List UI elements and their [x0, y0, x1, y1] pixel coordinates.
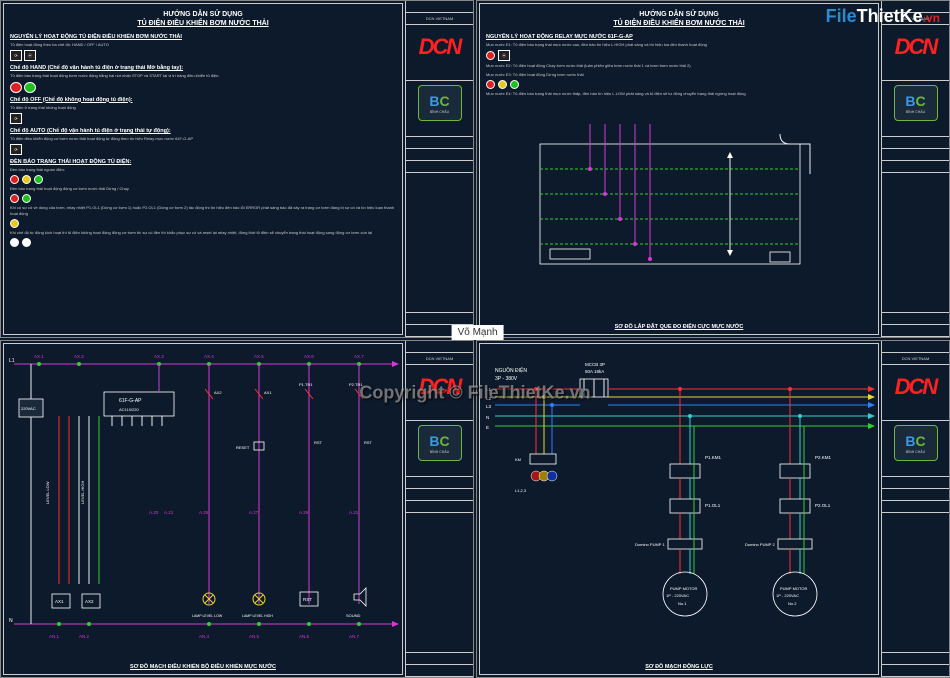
sheet1-d2: Tủ điện báo trạng thái hoạt động bơm nướ… — [10, 73, 396, 78]
control-schematic: L1 N AX.1 AX.2 AX.3 AX.4 AX.5 AX.6 AX.7 … — [4, 344, 403, 654]
svg-text:E: E — [486, 425, 489, 430]
svg-text:KM: KM — [515, 457, 521, 462]
svg-text:P1.TR1: P1.TR1 — [299, 382, 313, 387]
svg-text:RESET: RESET — [236, 445, 250, 450]
svg-text:LAMP LEVEL LOW: LAMP LEVEL LOW — [192, 614, 223, 618]
svg-text:A.20: A.20 — [149, 510, 159, 515]
sheet2-d3: Mực nước E3: Tủ điện hoạt động Dừng bơm … — [486, 72, 872, 77]
svg-text:AX.5: AX.5 — [254, 354, 264, 359]
author-tag: Võ Mạnh — [452, 325, 504, 340]
sheet2-h1: NGUYÊN LÝ HOẠT ĐỘNG RELAY MỰC NƯỚC 61F-G… — [486, 34, 872, 40]
sheet1-d5c: Khi có sự cố về dòng của bơm, relay nhiệ… — [10, 205, 396, 215]
svg-text:PUMP MOTOR: PUMP MOTOR — [670, 586, 698, 591]
sheet1-d1: Tủ điện hoạt động theo ba chế độ: HAND /… — [10, 42, 396, 47]
svg-text:A.29: A.29 — [299, 510, 309, 515]
svg-text:A.27: A.27 — [249, 510, 259, 515]
sheet-2-relay-level: HƯỚNG DẪN SỬ DỤNG TỦ ĐIỆN ĐIỀU KHIỂN BƠM… — [476, 0, 950, 338]
svg-text:L3: L3 — [486, 404, 492, 409]
svg-text:A.31: A.31 — [349, 510, 359, 515]
svg-text:AX.3: AX.3 — [154, 354, 164, 359]
binhchau-logo: BC BÌNH CHÂU — [418, 85, 462, 121]
svg-text:LEVEL LOW: LEVEL LOW — [45, 481, 50, 504]
svg-text:Domino PUMP 1: Domino PUMP 1 — [635, 542, 665, 547]
svg-text:MCCB 3P: MCCB 3P — [585, 362, 605, 367]
svg-text:A.25: A.25 — [199, 510, 209, 515]
svg-text:RST: RST — [303, 597, 312, 602]
sheet4-caption: SƠ ĐỒ MẠCH ĐỘNG LỰC — [480, 664, 878, 670]
sheet-1-instructions: HƯỚNG DẪN SỬ DỤNG TỦ ĐIỆN ĐIỀU KHIỂN BƠM… — [0, 0, 474, 338]
svg-text:P2.OL1: P2.OL1 — [815, 503, 831, 508]
svg-text:AN.4: AN.4 — [199, 634, 210, 639]
svg-text:NGUỒN ĐIỆN: NGUỒN ĐIỆN — [495, 366, 527, 374]
svg-text:AX.1: AX.1 — [34, 354, 44, 359]
svg-text:AX1: AX1 — [55, 599, 64, 604]
mode-switch-icon: ⟳⦿ — [10, 50, 396, 61]
titleblock-4: DCN VIETNAM DCN BCBÌNH CHÂU — [881, 341, 949, 677]
titleblock-2: DCN VIETNAM DCN BCBÌNH CHÂU — [881, 1, 949, 337]
svg-text:1P - 220VAC: 1P - 220VAC — [776, 593, 799, 598]
sheet1-d4: Tủ điện điều khiển động cơ bơm nước thải… — [10, 136, 396, 141]
svg-text:1P - 220VAC: 1P - 220VAC — [666, 593, 689, 598]
tank-diagram — [480, 124, 879, 294]
sheet3-caption: SƠ ĐỒ MẠCH ĐIỀU KHIỂN BỘ ĐIỀU KHIỂN MỰC … — [4, 664, 402, 670]
svg-text:AX.6: AX.6 — [304, 354, 314, 359]
svg-text:P2.KM1: P2.KM1 — [815, 455, 832, 460]
svg-text:L1: L1 — [9, 358, 15, 364]
svg-text:A.21: A.21 — [164, 510, 174, 515]
svg-text:No.1: No.1 — [678, 601, 687, 606]
svg-text:LAMP LEVEL HIGH: LAMP LEVEL HIGH — [242, 614, 273, 618]
sheet1-d5a: Đèn báo trạng thái nguồn điện: — [10, 167, 396, 172]
sheet1-d5b: Đèn báo trạng thái hoạt động động cơ bơm… — [10, 186, 396, 191]
svg-text:No.2: No.2 — [788, 601, 797, 606]
svg-text:RST: RST — [314, 440, 323, 445]
svg-text:AN.1: AN.1 — [49, 634, 60, 639]
led-power-icons — [10, 175, 396, 184]
svg-text:AN.2: AN.2 — [79, 634, 90, 639]
svg-text:PUMP MOTOR: PUMP MOTOR — [780, 586, 808, 591]
sheet1-title: HƯỚNG DẪN SỬ DỤNG TỦ ĐIỆN ĐIỀU KHIỂN BƠM… — [10, 10, 396, 28]
svg-text:AX.7: AX.7 — [354, 354, 364, 359]
svg-text:P1.OL1: P1.OL1 — [705, 503, 721, 508]
sheet2-d2: Mực nước E2: Tủ điện hoạt động Chạy bơm … — [486, 63, 872, 68]
sheet1-h4: Chế độ AUTO (Chế độ vận hành tủ điện ở t… — [10, 128, 396, 134]
sheet2-d4: Mực nước E4: Tủ điện báo trạng thái mực … — [486, 91, 872, 96]
svg-text:LEVEL HIGH: LEVEL HIGH — [80, 480, 85, 504]
svg-text:AX.2: AX.2 — [74, 354, 84, 359]
dcn-logo: DCN — [419, 34, 461, 60]
sheet1-h2: Chế độ HAND (Chế độ vận hành tủ điện ở t… — [10, 65, 396, 71]
svg-text:61F-G-AP: 61F-G-AP — [119, 398, 142, 404]
svg-text:RST: RST — [364, 440, 373, 445]
svg-text:N: N — [486, 415, 489, 420]
sheet2-caption: SƠ ĐỒ LẮP ĐẶT QUE ĐO ĐIỆN CỰC MỰC NƯỚC — [480, 324, 878, 330]
svg-text:SOUND: SOUND — [346, 613, 361, 618]
svg-text:3P - 380V: 3P - 380V — [495, 376, 518, 382]
sheet1-h5: ĐÈN BÁO TRẠNG THÁI HOẠT ĐỘNG TỦ ĐIỆN: — [10, 159, 396, 165]
svg-text:AX2: AX2 — [214, 390, 222, 395]
site-logo: FileThietKe.vn — [826, 6, 940, 27]
sheet2-d1: Mực nước E1: Tủ điện báo trạng thái mực … — [486, 42, 872, 47]
svg-text:AX1: AX1 — [264, 390, 272, 395]
sheet1-h3: Chế độ OFF (Chế độ không hoạt động tủ đi… — [10, 97, 396, 103]
watermark-copyright: Copyright © FileThietKe.vn — [359, 383, 590, 404]
svg-text:220VAC: 220VAC — [21, 406, 36, 411]
svg-text:AN.7: AN.7 — [349, 634, 360, 639]
sheet1-d3: Tủ điện ở trạng thái không hoạt động — [10, 105, 396, 110]
svg-text:50A 18kA: 50A 18kA — [585, 369, 604, 374]
svg-text:N: N — [9, 618, 13, 624]
svg-text:AC110/220: AC110/220 — [119, 407, 139, 412]
sheet1-d5d: Khi chế độ tự động kích hoạt thì tủ điện… — [10, 230, 396, 235]
svg-text:AX.4: AX.4 — [204, 354, 214, 359]
svg-text:Domino PUMP 2: Domino PUMP 2 — [745, 542, 775, 547]
titleblock-1: DCN VIETNAM DCN BC BÌNH CHÂU — [405, 1, 473, 337]
svg-text:P1.KM1: P1.KM1 — [705, 455, 722, 460]
svg-text:AN.5: AN.5 — [249, 634, 260, 639]
svg-text:AN.6: AN.6 — [299, 634, 310, 639]
sheet1-h1: NGUYÊN LÝ HOẠT ĐỘNG TỦ ĐIỆN ĐIỀU KHIỂN B… — [10, 34, 396, 40]
svg-text:L1,2,3: L1,2,3 — [515, 488, 527, 493]
svg-text:AX2: AX2 — [85, 599, 94, 604]
